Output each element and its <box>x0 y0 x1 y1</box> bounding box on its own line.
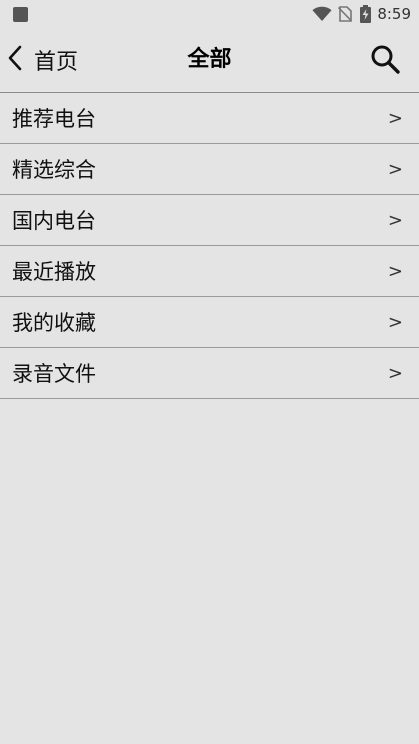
search-button[interactable] <box>369 43 401 75</box>
wifi-icon <box>312 6 332 22</box>
list-item-recently-played[interactable]: 最近播放 > <box>0 246 419 297</box>
chevron-right-icon: > <box>387 362 403 384</box>
chevron-right-icon: > <box>387 107 403 129</box>
search-icon <box>369 45 401 79</box>
list-item-label: 录音文件 <box>12 362 96 386</box>
list-item-recommended-stations[interactable]: 推荐电台 > <box>0 93 419 144</box>
category-list: 推荐电台 > 精选综合 > 国内电台 > 最近播放 > 我的收藏 > 录音文件 … <box>0 93 419 399</box>
notification-square-icon <box>13 7 28 22</box>
list-item-domestic-stations[interactable]: 国内电台 > <box>0 195 419 246</box>
list-item-featured-mix[interactable]: 精选综合 > <box>0 144 419 195</box>
status-time: 8:59 <box>377 5 411 23</box>
toolbar: 首页 全部 <box>0 28 419 93</box>
list-item-label: 精选综合 <box>12 158 96 182</box>
status-icons: 8:59 <box>312 4 411 24</box>
list-item-label: 推荐电台 <box>12 107 96 131</box>
list-item-my-favorites[interactable]: 我的收藏 > <box>0 297 419 348</box>
chevron-right-icon: > <box>387 311 403 333</box>
list-item-label: 国内电台 <box>12 209 96 233</box>
chevron-right-icon: > <box>387 209 403 231</box>
status-bar: 8:59 <box>0 0 419 28</box>
no-sim-icon <box>338 6 353 22</box>
battery-charging-icon <box>360 5 372 23</box>
chevron-right-icon: > <box>387 158 403 180</box>
chevron-right-icon: > <box>387 260 403 282</box>
list-item-recordings[interactable]: 录音文件 > <box>0 348 419 399</box>
page-title: 全部 <box>187 47 232 72</box>
list-item-label: 我的收藏 <box>12 311 96 335</box>
list-item-label: 最近播放 <box>12 260 96 284</box>
